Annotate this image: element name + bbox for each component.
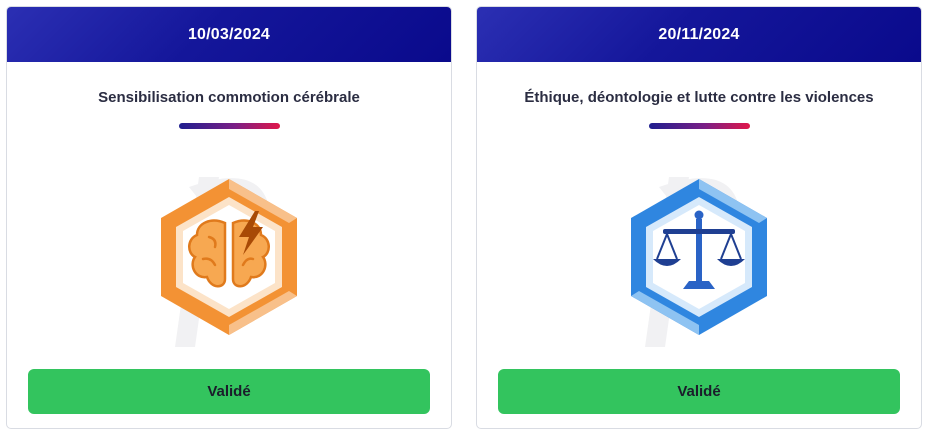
badge [7,167,451,357]
card-header: 20/11/2024 [477,7,921,62]
scales-icon [631,177,767,347]
validated-button[interactable]: Validé [498,369,900,414]
badge [477,167,921,357]
accent-bar [178,123,280,129]
card-header: 10/03/2024 [7,7,451,62]
card-date: 20/11/2024 [658,25,740,43]
training-card: 20/11/2024 Éthique, déontologie et lutte… [476,6,922,429]
training-card: 10/03/2024 Sensibilisation commotion cér… [6,6,452,429]
card-title: Sensibilisation commotion cérébrale [98,89,360,106]
brain-lightning-icon [161,177,297,347]
accent-bar [648,123,750,129]
card-date: 10/03/2024 [187,25,271,43]
validated-button[interactable]: Validé [28,369,430,414]
card-title: Éthique, déontologie et lutte contre les… [524,89,874,106]
